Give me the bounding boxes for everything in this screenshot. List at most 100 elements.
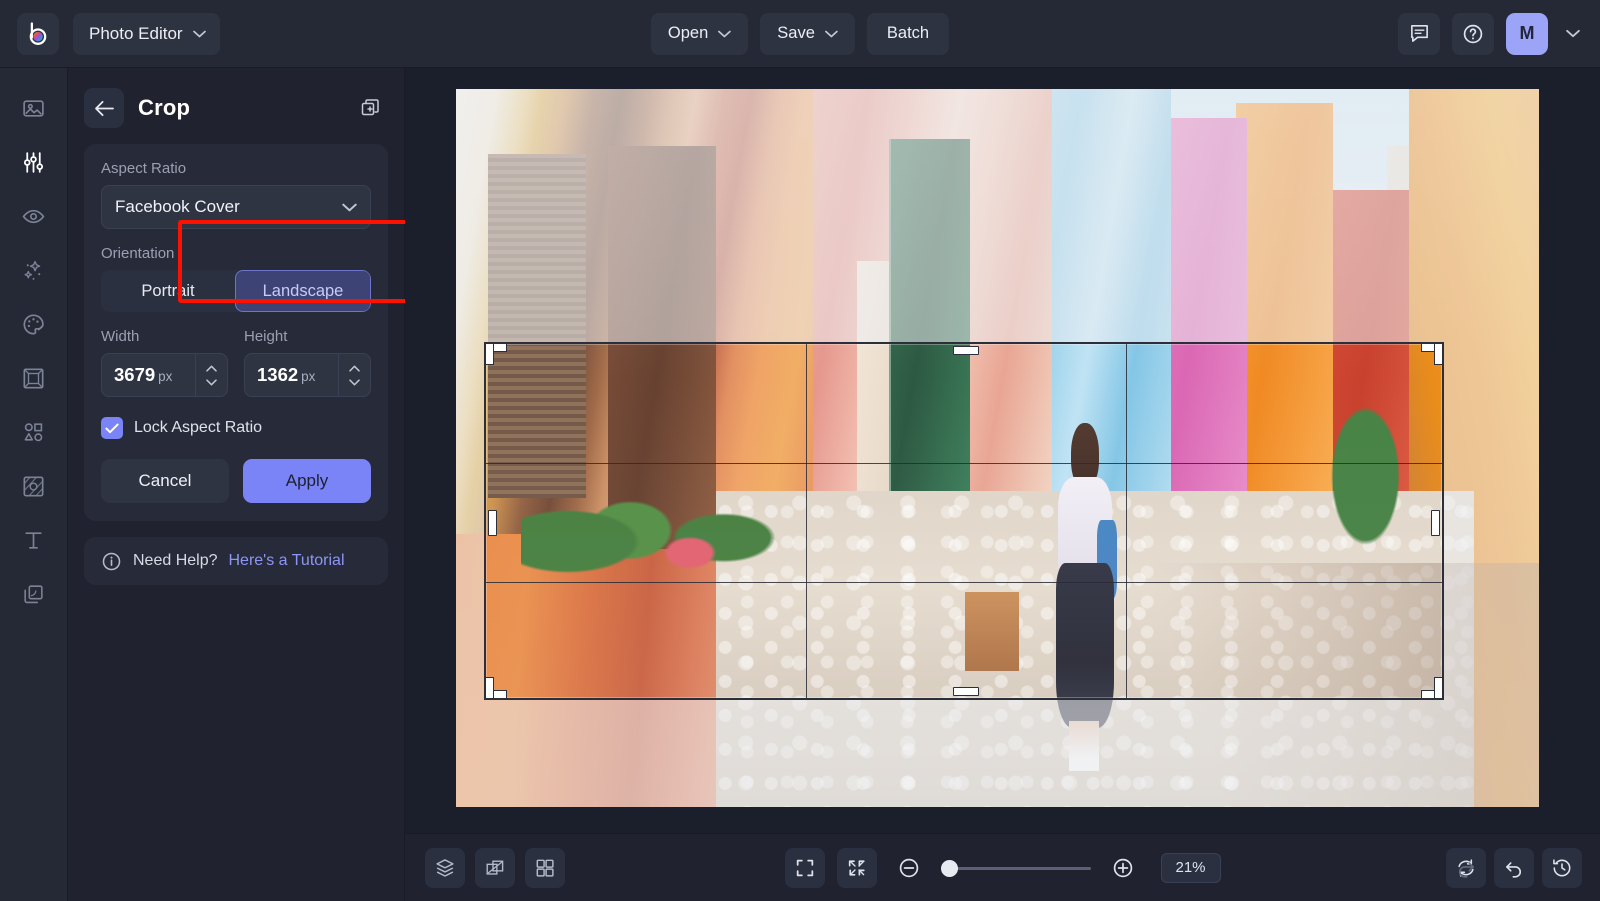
crop-settings-card: Aspect Ratio Facebook Cover Orientation …: [84, 144, 388, 521]
sidebar-item-layers[interactable]: [12, 572, 56, 616]
crop-dim-bottom: [456, 700, 1539, 807]
width-stepper[interactable]: [195, 354, 227, 396]
redo-icon: [1459, 861, 1474, 878]
apply-button[interactable]: Apply: [243, 459, 371, 503]
lock-aspect-ratio-checkbox[interactable]: [101, 417, 123, 439]
crop-handle-top-right[interactable]: [486, 343, 1443, 388]
sidebar-item-retouch[interactable]: [12, 302, 56, 346]
history-button[interactable]: [1542, 847, 1582, 888]
crop-handle-top[interactable]: [953, 346, 979, 355]
crop-handle-bottom-left[interactable]: [485, 388, 508, 699]
crop-handle-bottom-right[interactable]: [486, 410, 1443, 699]
palette-icon: [23, 313, 44, 335]
width-field-group: Width 3679 px: [101, 328, 228, 397]
zoom-slider-handle[interactable]: [940, 859, 958, 877]
zoom-in-icon: [1113, 858, 1132, 877]
chevron-down-icon[interactable]: [349, 378, 360, 386]
sidebar-item-shapes[interactable]: [12, 410, 56, 454]
lock-aspect-ratio-row[interactable]: Lock Aspect Ratio: [101, 417, 371, 439]
height-field-group: Height 1362 px: [244, 328, 371, 397]
zoom-in-button[interactable]: [1103, 848, 1143, 888]
help-text: Need Help?: [133, 552, 218, 569]
aspect-ratio-select[interactable]: Facebook Cover: [101, 185, 371, 229]
zoom-controls: 21%: [784, 847, 1221, 888]
height-value: 1362: [257, 364, 299, 385]
arrow-left-icon: [94, 100, 115, 117]
crop-grid-line: [486, 463, 1442, 464]
duplicate-preset-button[interactable]: [354, 91, 388, 125]
orientation-landscape-button[interactable]: Landscape: [235, 270, 371, 312]
text-icon: [25, 531, 42, 549]
crop-handle-bottom[interactable]: [953, 687, 979, 696]
crop-handle-top-left[interactable]: [485, 343, 508, 366]
save-button[interactable]: Save: [760, 12, 855, 55]
top-center-actions: Open Save Batch: [650, 12, 950, 55]
tool-rail: [0, 68, 68, 901]
layers-stack-icon: [436, 858, 454, 877]
crop-dim-top: [456, 89, 1539, 342]
fit-screen-icon: [796, 859, 813, 876]
chevron-down-icon[interactable]: [206, 378, 217, 386]
zoom-out-icon: [899, 858, 918, 877]
fit-screen-button[interactable]: [784, 847, 825, 888]
crop-dim-left: [456, 342, 484, 700]
chevron-down-icon: [342, 203, 357, 212]
chevron-down-icon: [192, 30, 206, 38]
texture-icon: [23, 476, 44, 497]
chevron-down-icon: [825, 30, 838, 38]
grid-view-button[interactable]: [525, 847, 565, 888]
sidebar-item-frame[interactable]: [12, 356, 56, 400]
open-button[interactable]: Open: [650, 12, 749, 55]
tutorial-link[interactable]: Here's a Tutorial: [229, 552, 345, 570]
batch-button[interactable]: Batch: [866, 12, 950, 55]
avatar-initial: M: [1519, 23, 1535, 43]
zoom-slider[interactable]: [940, 858, 1091, 878]
sliders-icon: [23, 151, 44, 173]
chevron-up-icon[interactable]: [349, 365, 360, 372]
layers-icon: [24, 584, 43, 603]
app-menu-button[interactable]: Photo Editor: [73, 12, 220, 55]
layers-panel-button[interactable]: [425, 847, 465, 888]
shrink-button[interactable]: [836, 847, 877, 888]
redo-button[interactable]: [1446, 848, 1486, 888]
zoom-level-value[interactable]: 21%: [1160, 852, 1221, 883]
chevron-up-icon[interactable]: [206, 365, 217, 372]
bottom-bar: 21%: [405, 833, 1600, 901]
brand-logo-button[interactable]: [17, 12, 59, 55]
sidebar-item-texture[interactable]: [12, 464, 56, 508]
height-stepper[interactable]: [338, 354, 370, 396]
width-input[interactable]: 3679 px: [101, 353, 228, 397]
crop-selection[interactable]: [484, 342, 1444, 700]
crop-handle-right[interactable]: [1431, 510, 1440, 536]
back-button[interactable]: [84, 88, 124, 128]
sidebar-item-text[interactable]: [12, 518, 56, 562]
compare-button[interactable]: [475, 847, 515, 888]
eye-icon: [22, 209, 45, 223]
help-button[interactable]: [1452, 12, 1494, 55]
panel-header: Crop: [84, 86, 388, 130]
save-label: Save: [777, 24, 815, 42]
undo-icon: [1506, 861, 1521, 878]
sidebar-item-adjust[interactable]: [12, 140, 56, 184]
orientation-portrait-button[interactable]: Portrait: [101, 270, 235, 312]
crop-handle-left[interactable]: [488, 510, 497, 536]
height-input[interactable]: 1362 px: [244, 353, 371, 397]
avatar[interactable]: M: [1506, 12, 1548, 55]
orientation-label: Orientation: [101, 245, 175, 262]
shrink-icon: [848, 859, 865, 876]
undo-button[interactable]: [1494, 847, 1534, 888]
sidebar-item-image[interactable]: [12, 86, 56, 130]
sparkles-icon: [24, 260, 41, 280]
account-menu-chevron[interactable]: [1560, 29, 1586, 38]
sidebar-item-effects[interactable]: [12, 248, 56, 292]
image-stage[interactable]: [456, 89, 1539, 807]
zoom-out-button[interactable]: [889, 848, 929, 888]
dimension-row: Width 3679 px Height 1362 px: [101, 328, 371, 397]
feedback-button[interactable]: [1398, 12, 1440, 55]
zoom-slider-track: [940, 866, 1091, 870]
image-icon: [23, 99, 44, 117]
top-right-actions: M: [1398, 12, 1586, 55]
canvas-area[interactable]: [405, 68, 1600, 833]
sidebar-item-preview[interactable]: [12, 194, 56, 238]
cancel-button[interactable]: Cancel: [101, 459, 229, 503]
